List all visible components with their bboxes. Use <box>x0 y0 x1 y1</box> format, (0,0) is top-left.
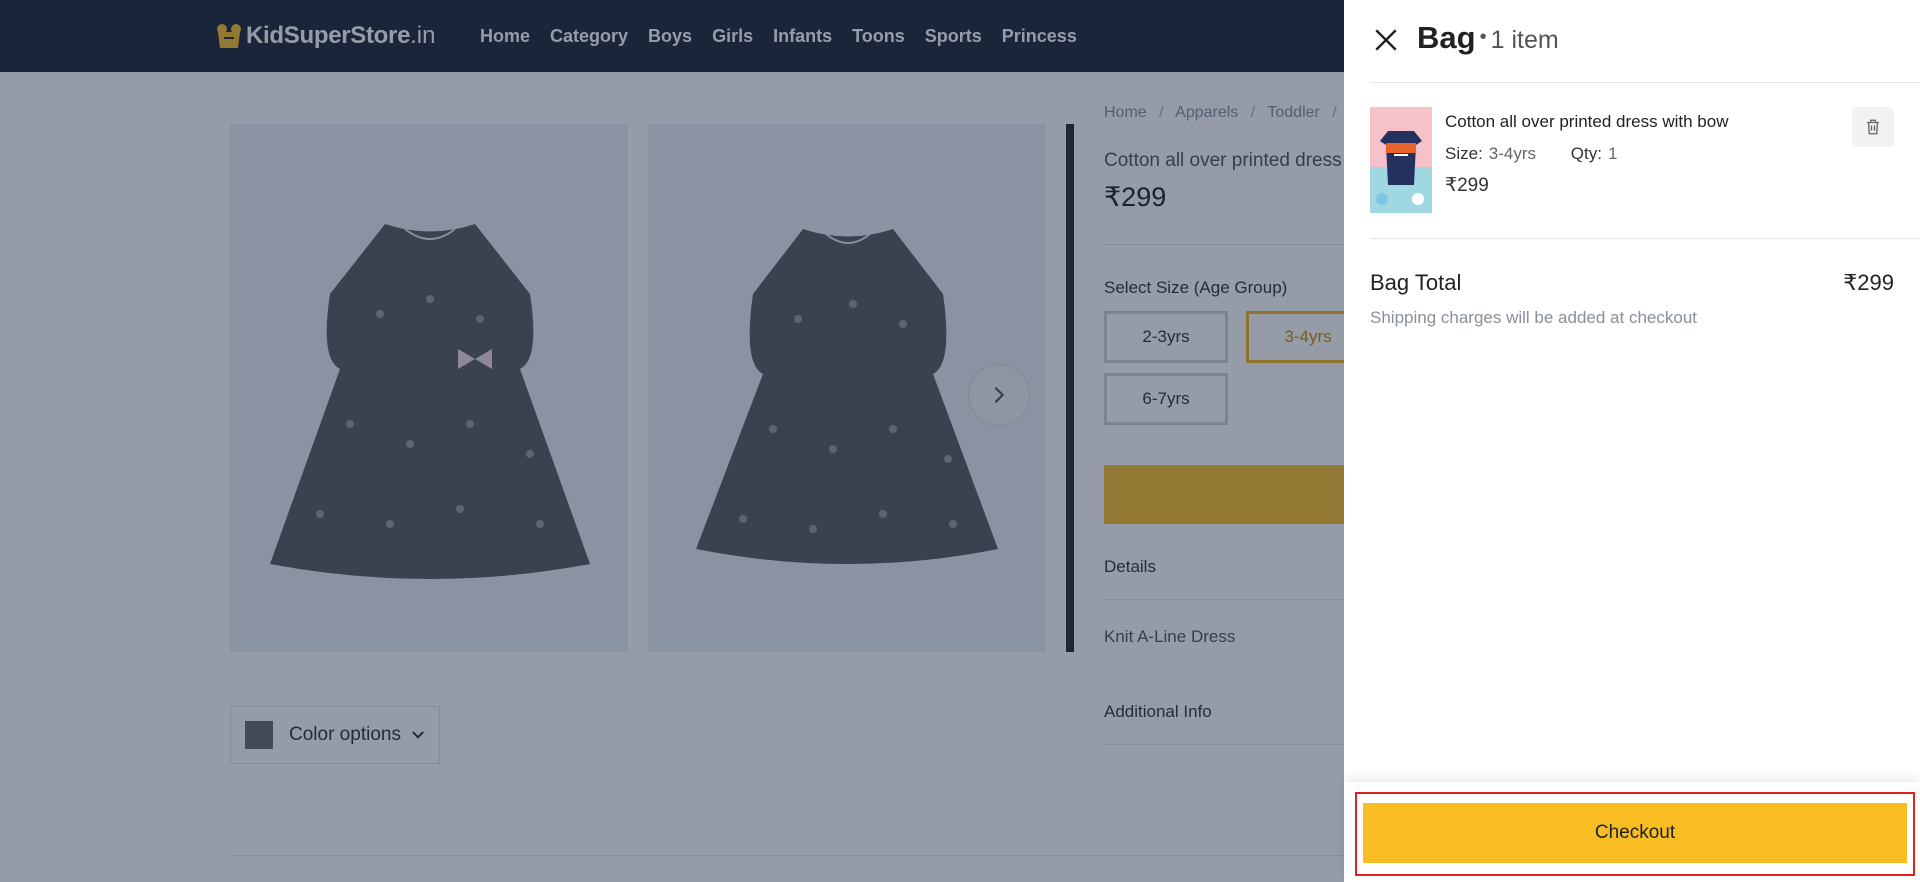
cart-item-meta: Size: 3-4yrs Qty: 1 <box>1445 144 1617 164</box>
bag-drawer: Bag • 1 item Cotton all over printed dress… <box>1344 0 1920 882</box>
bag-item-count: 1 item <box>1490 26 1559 54</box>
bag-header-divider <box>1370 82 1920 83</box>
cart-item-name[interactable]: Cotton all over printed dress with bow <box>1445 112 1728 132</box>
product-thumbnail-image <box>1370 107 1432 213</box>
size-label: Size: <box>1445 144 1483 163</box>
modal-overlay[interactable] <box>0 0 1344 882</box>
bag-total-value: ₹299 <box>1843 270 1894 295</box>
checkout-button[interactable]: Checkout <box>1363 803 1907 863</box>
bag-title: Bag • 1 item <box>1417 20 1559 56</box>
qty-value: 1 <box>1607 144 1618 163</box>
checkout-footer: Checkout <box>1344 782 1920 882</box>
cart-item-thumbnail[interactable] <box>1370 107 1432 213</box>
qty-label: Qty: <box>1570 144 1602 163</box>
bag-title-text: Bag <box>1417 20 1476 55</box>
close-bag-button[interactable] <box>1370 24 1402 56</box>
bag-total-label: Bag Total <box>1370 270 1462 295</box>
size-value: 3-4yrs <box>1488 144 1537 163</box>
shipping-note: Shipping charges will be added at checko… <box>1370 308 1697 327</box>
trash-icon <box>1867 119 1879 135</box>
close-icon <box>1375 29 1397 51</box>
title-separator-dot: • <box>1479 26 1487 48</box>
remove-item-button[interactable] <box>1852 107 1894 147</box>
bag-items-divider <box>1370 238 1920 239</box>
cart-item-price: ₹299 <box>1445 175 1489 196</box>
